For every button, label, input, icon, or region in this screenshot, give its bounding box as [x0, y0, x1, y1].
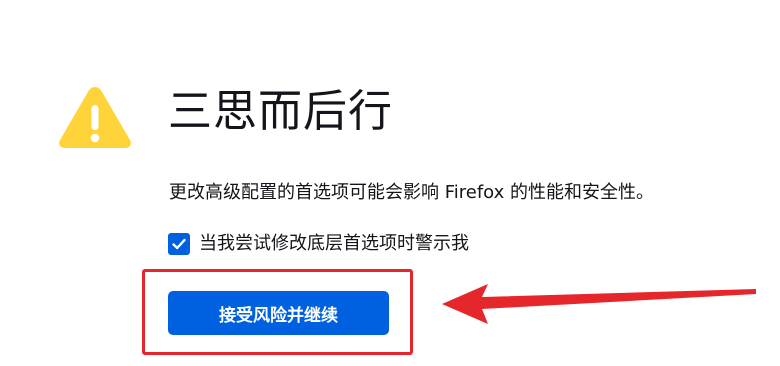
page-title: 三思而后行 [168, 86, 393, 137]
about-config-warning-page: 三思而后行 更改高级配置的首选项可能会影响 Firefox 的性能和安全性。 当… [0, 0, 780, 366]
warn-checkbox-label[interactable]: 当我尝试修改底层首选项时警示我 [199, 231, 469, 257]
warning-description: 更改高级配置的首选项可能会影响 Firefox 的性能和安全性。 [169, 182, 655, 203]
annotation-arrow [442, 284, 756, 324]
warn-checkbox[interactable] [168, 233, 190, 255]
warn-checkbox-row[interactable]: 当我尝试修改底层首选项时警示我 [168, 230, 469, 258]
warning-icon [59, 87, 131, 148]
checkmark-icon [172, 238, 186, 250]
accept-risk-button[interactable]: 接受风险并继续 [168, 291, 389, 335]
